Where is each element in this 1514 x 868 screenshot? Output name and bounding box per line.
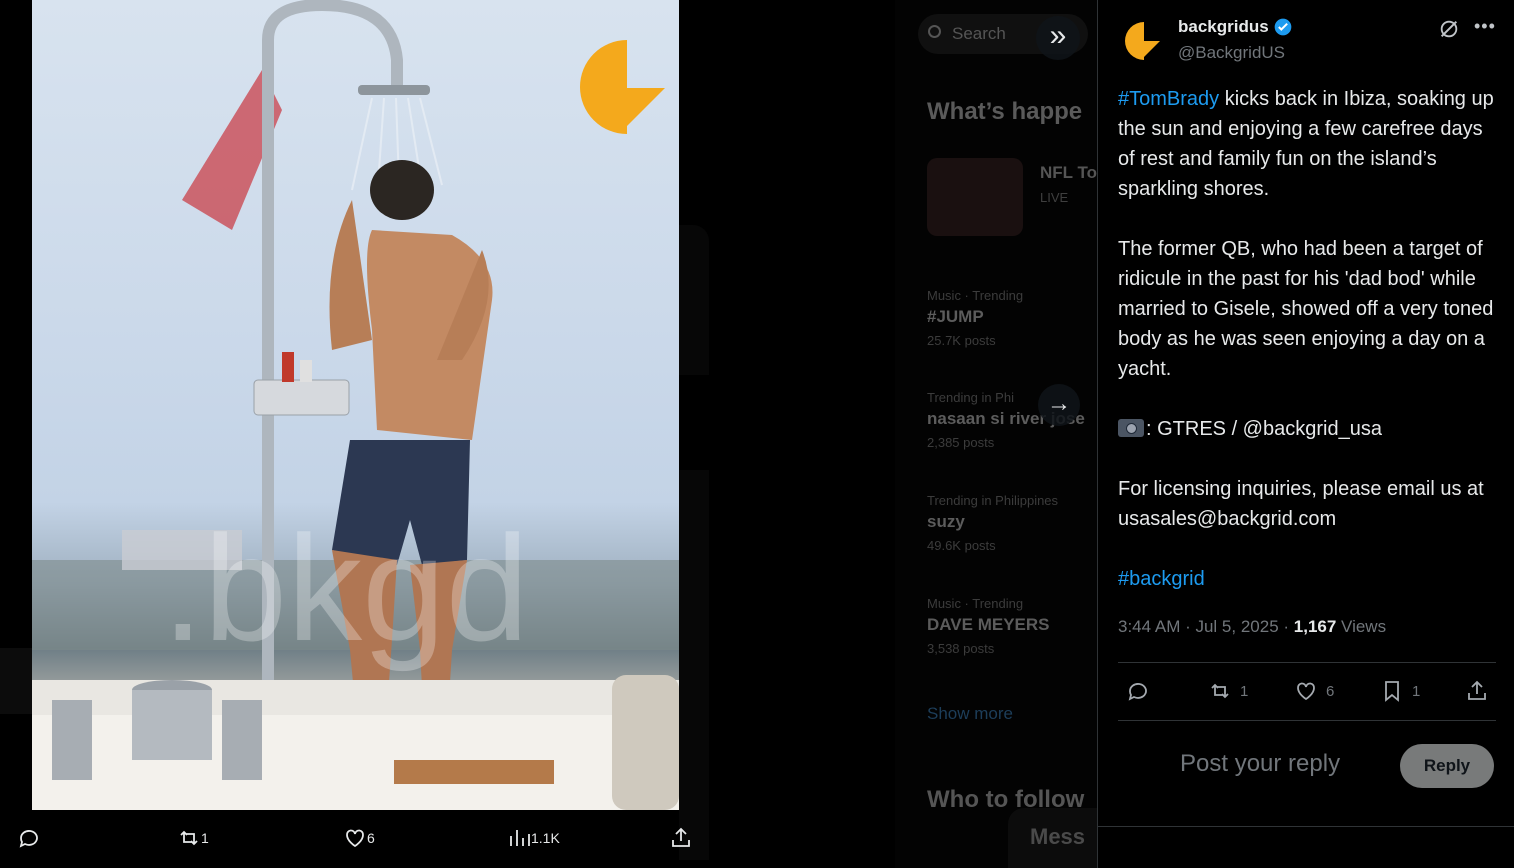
background-panel <box>679 470 709 860</box>
display-name-text: backgridus <box>1178 17 1269 36</box>
media-repost-count: 1 <box>201 830 209 846</box>
tweet-paragraph: #backgrid <box>1118 564 1503 594</box>
tweet-paragraph: The former QB, who had been a target of … <box>1118 238 1494 380</box>
tweet-meta: 3:44 AM · Jul 5, 2025 · 1,167 Views <box>1118 617 1386 637</box>
divider <box>1118 662 1496 663</box>
backgrid-logo-icon <box>580 40 665 134</box>
share-icon <box>672 827 690 847</box>
tweet-paragraph: : GTRES / @backgrid_usa <box>1118 414 1503 444</box>
media-repost-button[interactable]: 1 <box>177 826 209 850</box>
share-button[interactable] <box>1465 679 1497 703</box>
views-chart-icon <box>510 830 530 846</box>
camera-icon <box>1118 419 1144 437</box>
trend-context: Music · Trending <box>927 596 1024 611</box>
tweet-paragraph: #TomBrady kicks back in Ibiza, soaking u… <box>1118 84 1503 204</box>
views-count: 1,167 <box>1293 617 1337 636</box>
reply-icon <box>1128 683 1147 701</box>
hashtag-link[interactable]: #backgrid <box>1118 568 1205 590</box>
search-icon <box>928 25 941 38</box>
media-reply-button[interactable] <box>17 826 41 850</box>
trend-count: 25.7K posts <box>927 333 996 348</box>
bookmark-icon <box>1385 681 1399 702</box>
backgrid-logo-icon <box>1125 22 1160 60</box>
user-handle[interactable]: @BackgridUS <box>1178 43 1285 63</box>
divider <box>1098 826 1514 827</box>
like-button[interactable]: 6 <box>1294 679 1334 703</box>
media-action-bar: 1 6 1.1K <box>0 818 710 862</box>
double-chevron-right-icon: » <box>1049 19 1067 52</box>
views-label: Views <box>1336 617 1387 636</box>
display-name[interactable]: backgridus <box>1178 17 1293 37</box>
heart-icon <box>1297 682 1315 701</box>
verified-badge-icon <box>1274 18 1292 36</box>
trend-context: Trending in Philippines <box>927 493 1059 508</box>
trend-name: DAVE MEYERS <box>927 615 1050 634</box>
nfl-thumbnail <box>927 158 1023 236</box>
trend-count: 3,538 posts <box>927 641 995 656</box>
expand-panel-button[interactable]: » <box>1036 16 1080 60</box>
show-more-link: Show more <box>927 704 1013 723</box>
reply-button[interactable] <box>1126 679 1158 703</box>
background-panel <box>679 225 709 375</box>
media-share-button[interactable] <box>669 826 693 850</box>
bookmark-count: 1 <box>1412 682 1421 700</box>
like-count: 6 <box>1326 682 1335 700</box>
photo-credit: : GTRES / @backgrid_usa <box>1146 418 1382 440</box>
arrow-right-icon: → <box>1047 390 1071 417</box>
grok-icon[interactable] <box>1438 18 1460 40</box>
reply-icon <box>19 830 38 848</box>
repost-count: 1 <box>1240 682 1249 700</box>
reply-submit-button[interactable]: Reply <box>1400 744 1494 788</box>
reply-input[interactable]: Post your reply <box>1180 750 1340 778</box>
repost-icon <box>1211 683 1229 699</box>
tweet-panel: backgridus @BackgridUS ••• #TomBrady kic… <box>1097 0 1514 868</box>
trend-name: suzy <box>927 512 965 531</box>
trend-count: 49.6K posts <box>927 538 996 553</box>
media-like-count: 6 <box>367 830 375 846</box>
repost-icon <box>180 830 198 846</box>
next-media-button[interactable]: → <box>1038 384 1080 426</box>
bookmark-button[interactable]: 1 <box>1380 679 1420 703</box>
media-views-count: 1.1K <box>531 830 560 846</box>
share-icon <box>1468 680 1486 700</box>
trend-item: Music · Trending #JUMP 25.7K posts <box>927 288 1023 348</box>
whats-happening-heading: What’s happe <box>927 98 1083 125</box>
tweet-body: #TomBrady kicks back in Ibiza, soaking u… <box>1118 84 1503 594</box>
avatar[interactable] <box>1118 16 1166 64</box>
media-photo[interactable]: .bkgd <box>32 0 679 810</box>
repost-button[interactable]: 1 <box>1208 679 1248 703</box>
background-panel <box>0 648 32 714</box>
nfl-live-label: LIVE <box>1040 190 1069 205</box>
photo-watermark: .bkgd <box>162 504 529 672</box>
heart-icon <box>346 829 364 848</box>
hashtag-link[interactable]: #TomBrady <box>1118 88 1219 110</box>
media-views-button[interactable]: 1.1K <box>507 826 560 850</box>
tweet-timestamp[interactable]: 3:44 AM · Jul 5, 2025 · <box>1118 617 1294 636</box>
trend-context: Music · Trending <box>927 288 1024 303</box>
more-options-icon[interactable]: ••• <box>1474 16 1496 37</box>
search-placeholder: Search <box>952 24 1006 43</box>
trend-count: 2,385 posts <box>927 435 995 450</box>
trend-item: Music · Trending DAVE MEYERS 3,538 posts <box>927 596 1050 656</box>
trend-item: Trending in Philippines suzy 49.6K posts <box>927 493 1058 553</box>
tweet-paragraph: For licensing inquiries, please email us… <box>1118 478 1484 530</box>
trend-name: #JUMP <box>927 307 984 326</box>
media-like-button[interactable]: 6 <box>343 826 375 850</box>
divider <box>1118 720 1496 721</box>
nfl-title: NFL To <box>1040 163 1097 182</box>
